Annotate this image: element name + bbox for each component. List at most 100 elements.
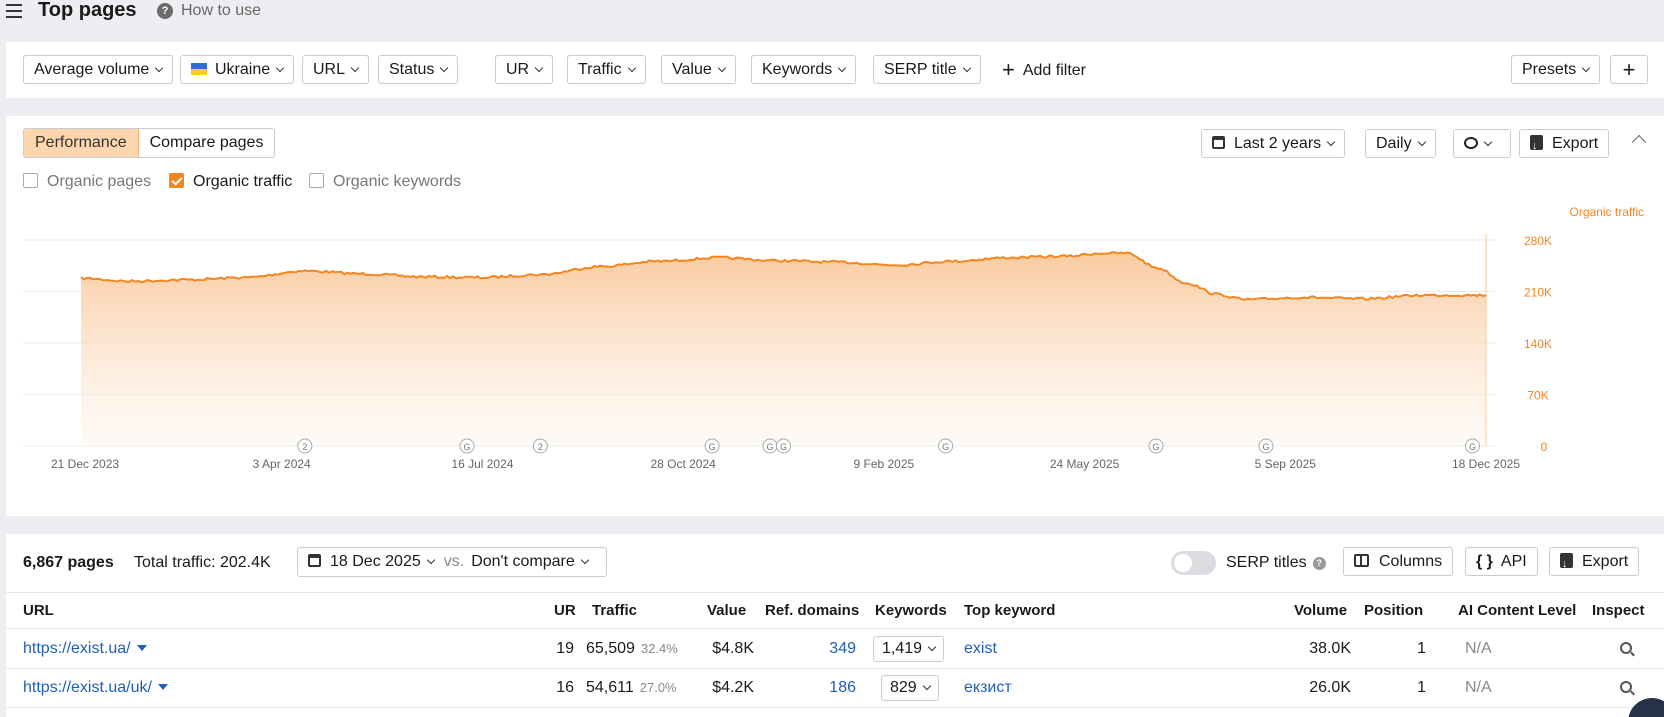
annotation-label: G (942, 442, 949, 452)
traffic-chart: 280K 210K 140K 70K 0 Organic traffic 21 Dec 20… (23, 205, 1644, 471)
search-icon[interactable] (1620, 642, 1632, 654)
annotation-label: G (766, 442, 773, 452)
filter-traffic[interactable]: Traffic (567, 55, 646, 84)
annotation-label: G (463, 442, 470, 452)
y-tick-label: 70K (1527, 389, 1548, 403)
col-ai-content[interactable]: AI Content Level (1458, 602, 1576, 619)
traffic-value: 54,611 27.0% (586, 679, 677, 696)
value-amount: $4.8K (712, 640, 754, 657)
col-url[interactable]: URL (23, 602, 54, 619)
performance-panel: Performance Compare pages Organic pages … (6, 116, 1664, 516)
help-icon[interactable]: ? (1312, 557, 1326, 570)
presets-button[interactable]: Presets (1511, 55, 1601, 84)
ur-value: 16 (556, 679, 574, 696)
serp-titles-toggle[interactable] (1171, 551, 1216, 575)
keywords-dropdown[interactable]: 1,419 (873, 636, 945, 662)
chevron-down-icon (580, 555, 589, 565)
x-tick-label: 3 Apr 2024 (253, 457, 311, 471)
filter-country[interactable]: Ukraine (180, 55, 295, 84)
serp-titles-label: SERP titles? (1226, 554, 1326, 572)
url-link[interactable]: https://exist.ua/uk/ (23, 679, 168, 697)
annotation-label: G (780, 442, 787, 452)
date-compare-picker[interactable]: 18 Dec 2025 vs. Don't compare (297, 547, 607, 577)
traffic-area (81, 252, 1486, 446)
col-position[interactable]: Position (1364, 602, 1423, 619)
x-tick-label: 28 Oct 2024 (650, 457, 716, 471)
help-icon[interactable]: ? (157, 3, 173, 19)
table-row: https://exist.ua/uk/ 16 54,611 27.0% $4.2… (6, 669, 1664, 708)
table-export-button[interactable]: Export (1549, 547, 1640, 578)
table-header: URL UR Traffic Value Ref. domains Keywor… (6, 592, 1664, 629)
y-tick-label: 140K (1524, 337, 1552, 351)
annotation-label: G (1469, 442, 1476, 452)
filter-url[interactable]: URL (302, 55, 370, 84)
top-bar: Top pages ? How to use (0, 0, 1664, 30)
annotation-label: 2 (538, 442, 543, 452)
table-panel: 6,867 pages Total traffic: 202.4K 18 Dec… (6, 534, 1664, 717)
y-tick-label: 280K (1524, 234, 1552, 248)
ur-value: 19 (556, 640, 574, 657)
filter-value[interactable]: Value (661, 55, 736, 84)
annotation-label: G (709, 442, 716, 452)
x-tick-label: 9 Feb 2025 (853, 457, 914, 471)
filter-serp-title[interactable]: SERP title (873, 55, 981, 84)
download-icon (1560, 551, 1573, 578)
x-tick-label: 18 Dec 2025 (1452, 457, 1520, 471)
chevron-down-icon (962, 63, 971, 73)
keywords-dropdown[interactable]: 829 (881, 675, 939, 701)
annotation-label: G (1262, 442, 1269, 452)
chevron-down-icon (627, 63, 636, 73)
caret-down-icon[interactable] (136, 645, 147, 651)
annotation-label: 2 (302, 442, 307, 452)
col-value[interactable]: Value (707, 602, 746, 619)
volume-value: 38.0K (1309, 640, 1351, 657)
columns-button[interactable]: Columns (1343, 547, 1454, 576)
menu-icon[interactable] (6, 4, 22, 18)
chevron-down-icon (534, 63, 544, 73)
col-traffic[interactable]: Traffic (592, 602, 637, 619)
position-value: 1 (1417, 679, 1426, 696)
filter-bar: Average volume Ukraine URL Status UR Tra… (6, 42, 1664, 98)
chevron-down-icon (350, 63, 360, 73)
chevron-down-icon (275, 63, 285, 73)
ukraine-flag-icon (191, 63, 207, 75)
volume-value: 26.0K (1309, 679, 1351, 696)
y-axis-title: Organic traffic (1570, 205, 1644, 219)
col-keywords[interactable]: Keywords (875, 602, 947, 619)
x-tick-label: 16 Jul 2024 (451, 457, 513, 471)
filter-keywords[interactable]: Keywords (751, 55, 857, 84)
filter-ur[interactable]: UR (495, 55, 554, 84)
ai-content-value: N/A (1465, 679, 1492, 696)
col-ref-domains[interactable]: Ref. domains (765, 602, 859, 619)
table-row: https://exist.ua/ 19 65,509 32.4% $4.8K 3… (6, 630, 1664, 669)
search-icon[interactable] (1620, 681, 1632, 693)
api-button[interactable]: { } API (1465, 547, 1538, 576)
chevron-down-icon (717, 63, 726, 73)
chevron-down-icon (838, 63, 847, 73)
ref-domains-link[interactable]: 349 (796, 640, 856, 658)
top-keyword-link[interactable]: exist (964, 640, 997, 658)
braces-icon: { } (1476, 553, 1493, 570)
ref-domains-link[interactable]: 186 (796, 679, 856, 697)
filter-average-volume[interactable]: Average volume (23, 55, 174, 84)
plus-icon: + (1002, 57, 1015, 82)
annotation-label: G (1152, 442, 1159, 452)
url-link[interactable]: https://exist.ua/ (23, 640, 147, 658)
position-value: 1 (1417, 640, 1426, 657)
col-ur[interactable]: UR (554, 602, 576, 619)
how-to-use-link[interactable]: How to use (181, 2, 261, 20)
traffic-value: 65,509 32.4% (586, 640, 678, 657)
col-top-keyword[interactable]: Top keyword (964, 602, 1055, 619)
add-filter-button[interactable]: + Add filter (1002, 55, 1086, 85)
chevron-down-icon (922, 681, 931, 691)
col-inspect: Inspect (1592, 602, 1645, 619)
x-tick-label: 5 Sep 2025 (1255, 457, 1317, 471)
col-volume[interactable]: Volume (1294, 602, 1347, 619)
add-preset-button[interactable]: + (1610, 55, 1648, 84)
total-traffic: Total traffic: 202.4K (134, 554, 271, 571)
value-amount: $4.2K (712, 679, 754, 696)
top-keyword-link[interactable]: екзист (964, 679, 1012, 697)
caret-down-icon[interactable] (157, 684, 168, 690)
filter-status[interactable]: Status (378, 55, 459, 84)
x-tick-label: 21 Dec 2023 (51, 457, 119, 471)
